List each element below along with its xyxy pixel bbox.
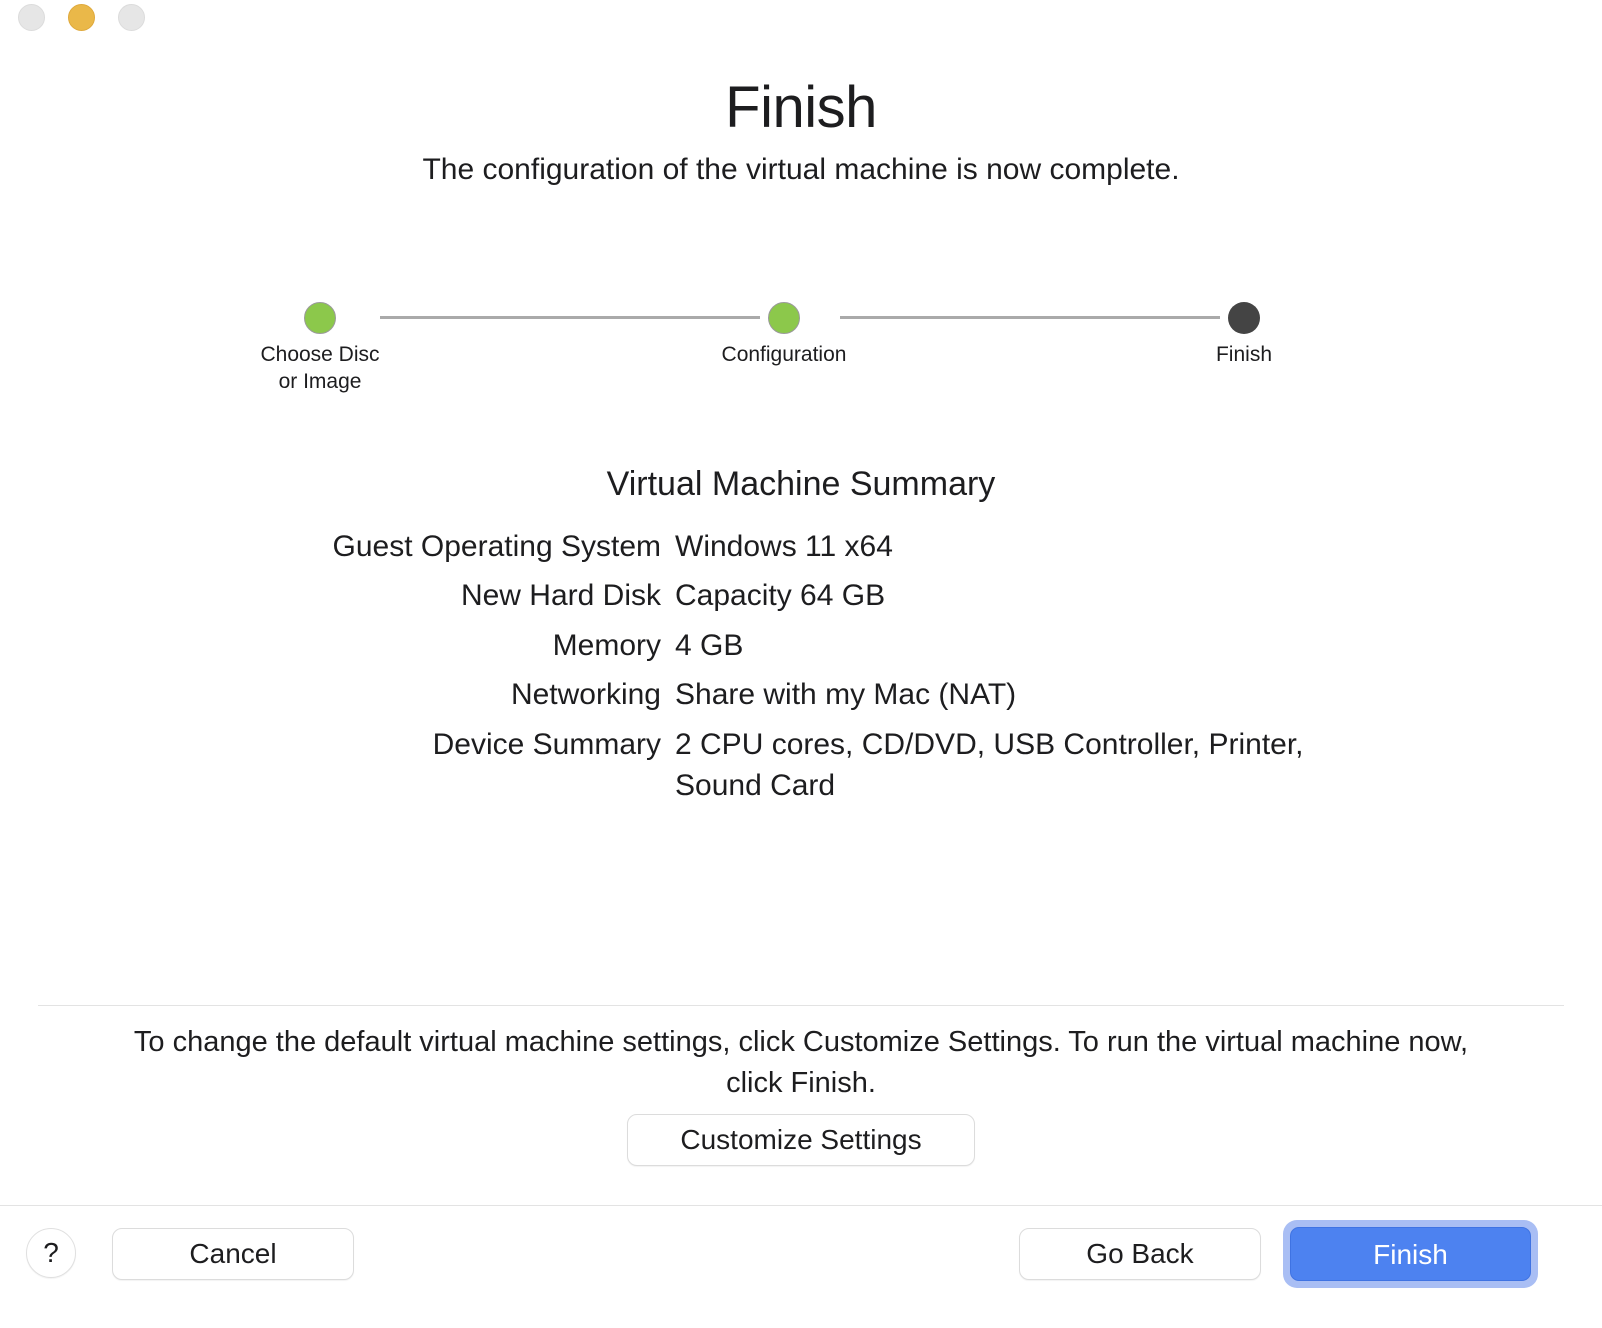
stepper-dot-choose-disc: [304, 302, 336, 334]
summary-value-networking: Share with my Mac (NAT): [675, 678, 1017, 712]
table-row: New Hard Disk Capacity 64 GB: [271, 571, 1331, 620]
summary-title: Virtual Machine Summary: [606, 465, 996, 503]
customize-settings-button[interactable]: Customize Settings: [627, 1114, 975, 1166]
wizard-stepper: Choose Disc or Image Configuration Finis…: [240, 300, 1320, 420]
finish-button-focus-ring: Finish: [1283, 1220, 1538, 1288]
summary-value-memory: 4 GB: [675, 628, 744, 662]
help-icon[interactable]: ?: [26, 1228, 76, 1278]
stepper-connector-2: [840, 316, 1220, 319]
stepper-track: [240, 300, 1320, 336]
cancel-button[interactable]: Cancel: [112, 1228, 354, 1280]
finish-button[interactable]: Finish: [1290, 1227, 1531, 1281]
window-close-button[interactable]: [18, 4, 45, 31]
summary-value-guest-os: Windows 11 x64: [675, 530, 893, 563]
summary-label-device-summary: Device Summary: [432, 727, 661, 761]
window-zoom-button[interactable]: [118, 4, 145, 31]
stepper-label-finish: Finish: [1215, 343, 1273, 366]
summary-label-memory: Memory: [552, 628, 661, 662]
stepper-dot-finish: [1228, 302, 1260, 334]
window-traffic-lights: [18, 4, 145, 31]
footer-instruction-text: To change the default virtual machine se…: [133, 1026, 1469, 1100]
summary-label-hard-disk: New Hard Disk: [460, 579, 661, 613]
summary-label-networking: Networking: [510, 678, 661, 712]
table-row: Networking Share with my Mac (NAT): [271, 670, 1331, 719]
dialog-button-bar: ? Cancel Go Back Finish: [0, 1206, 1602, 1328]
stepper-label-configuration: Configuration: [721, 343, 847, 366]
table-row: Memory 4 GB: [271, 621, 1331, 670]
table-row: Guest Operating System Windows 11 x64: [271, 522, 1331, 571]
summary-value-hard-disk: Capacity 64 GB: [675, 579, 886, 613]
content-divider: [38, 1005, 1564, 1006]
virtual-machine-summary: Virtual Machine Summary Guest Operating …: [0, 465, 1602, 810]
page-header: Finish The configuration of the virtual …: [0, 75, 1602, 187]
summary-label-guest-os: Guest Operating System: [332, 530, 661, 563]
go-back-button[interactable]: Go Back: [1019, 1228, 1261, 1280]
summary-table: Guest Operating System Windows 11 x64 Ne…: [271, 522, 1331, 810]
customize-settings-row: Customize Settings: [0, 1114, 1602, 1166]
summary-value-device-summary: 2 CPU cores, CD/DVD, USB Controller, Pri…: [675, 727, 1304, 802]
page-title: Finish: [725, 75, 877, 140]
table-row: Device Summary 2 CPU cores, CD/DVD, USB …: [271, 720, 1331, 811]
stepper-label-choose-disc: Choose Disc or Image: [260, 343, 380, 393]
window-minimize-button[interactable]: [68, 4, 95, 31]
stepper-connector-1: [380, 316, 760, 319]
page-subtitle: The configuration of the virtual machine…: [422, 152, 1180, 186]
stepper-dot-configuration: [768, 302, 800, 334]
